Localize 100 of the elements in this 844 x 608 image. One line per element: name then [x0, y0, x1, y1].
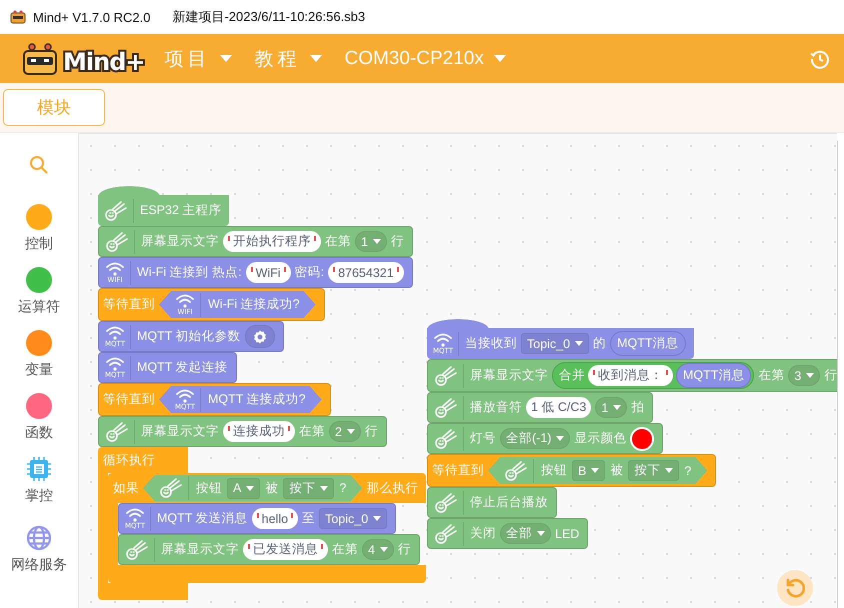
text-input[interactable]: 开始执行程序 — [223, 231, 321, 252]
comet-icon — [104, 200, 128, 222]
tab[interactable]: 模块 — [3, 89, 105, 126]
caret-icon — [556, 436, 564, 441]
block-text: 行 — [398, 541, 411, 558]
dropdown[interactable]: 1 — [355, 231, 387, 252]
caret-icon — [806, 373, 814, 378]
block-text: 如果 — [113, 480, 139, 496]
block-text: 那么执行 — [366, 480, 418, 496]
logo-text: Mind+ — [63, 48, 144, 76]
reporter-block[interactable]: MQTT消息 — [610, 331, 686, 356]
dropdown[interactable]: B — [572, 460, 606, 481]
condition-block[interactable]: 按钮 B 被 按下 ? — [488, 457, 708, 484]
category-label[interactable]: 运算符 — [18, 298, 60, 316]
comet-icon — [434, 396, 458, 418]
text-input[interactable]: 已发送消息 — [243, 539, 328, 560]
color-swatch[interactable] — [630, 426, 654, 450]
comet-icon — [434, 364, 458, 386]
category-dot[interactable] — [26, 267, 52, 293]
category-label[interactable]: 掌控 — [25, 487, 53, 505]
text-input[interactable]: WiFi — [246, 262, 291, 283]
category-dot[interactable] — [26, 393, 52, 419]
comet-icon — [125, 538, 149, 560]
category-dot[interactable] — [26, 330, 52, 356]
code-block[interactable]: 屏幕显示文字 合并 收到消息： MQTT消息 在第 3 行 — [427, 359, 837, 392]
dropdown[interactable]: 2 — [329, 421, 361, 442]
category-label[interactable]: 控制 — [25, 235, 53, 253]
code-block[interactable]: 屏幕显示文字 开始执行程序 在第 1 行 — [98, 226, 413, 257]
dropdown[interactable]: Topic_0 — [521, 333, 590, 354]
reporter-block[interactable]: MQTT消息 — [676, 363, 752, 388]
menu-button[interactable]: COM30-CP210x — [344, 48, 506, 70]
settings-button[interactable] — [244, 325, 275, 348]
dropdown[interactable]: 全部 — [500, 523, 551, 544]
block-text: 的 — [593, 335, 606, 352]
block-text: ? — [684, 464, 692, 478]
comet-icon — [434, 492, 458, 514]
code-block[interactable]: 灯号 全部(-1) 显示颜色 — [427, 423, 664, 454]
block-text: 行 — [390, 233, 404, 250]
hat-block[interactable]: ESP32 主程序 — [98, 186, 230, 226]
caret-icon — [537, 531, 545, 536]
caret-icon — [346, 429, 355, 434]
robot-icon — [10, 10, 26, 24]
category-dot[interactable] — [26, 204, 52, 230]
undo-button[interactable] — [777, 570, 813, 606]
block-text: 在第 — [332, 541, 358, 558]
wifi-icon — [105, 326, 125, 340]
caret-icon — [380, 547, 388, 552]
chip-icon[interactable] — [26, 456, 52, 482]
text-input[interactable]: 收到消息： — [588, 365, 673, 386]
caret-icon — [613, 405, 622, 410]
block-text: 在第 — [758, 367, 784, 384]
globe-icon[interactable] — [26, 525, 52, 551]
code-block[interactable]: 等待直到 按钮 B 被 按下 ? — [427, 454, 716, 487]
block-text: 关闭 — [470, 525, 496, 542]
code-block[interactable]: 屏幕显示文字 连接成功 在第 2 行 — [98, 416, 387, 447]
category-label[interactable]: 函数 — [25, 424, 53, 442]
block-text: 屏幕显示文字 — [141, 423, 219, 440]
block-text: 按钮 — [196, 480, 222, 496]
block-text: 在第 — [299, 423, 325, 440]
code-block[interactable]: 关闭 全部 LED — [427, 518, 588, 549]
code-block[interactable]: 播放音符 1 低 C/C3 1 拍 — [427, 392, 654, 423]
dropdown[interactable]: 按下 — [283, 478, 334, 498]
block-text: 在第 — [325, 233, 351, 250]
wifi-icon — [105, 356, 125, 370]
dropdown[interactable]: A — [227, 478, 260, 498]
block-text: 行 — [364, 423, 378, 440]
caret-icon — [220, 55, 232, 62]
category-label[interactable]: 变量 — [25, 361, 53, 379]
dropdown[interactable]: Topic_0 — [319, 508, 388, 529]
category-label[interactable]: 网络服务 — [11, 556, 67, 574]
caret-icon — [372, 239, 381, 244]
dropdown[interactable]: 1 — [595, 397, 628, 418]
search-icon[interactable] — [29, 155, 49, 175]
note-input[interactable]: 1 低 C/C3 — [526, 397, 592, 418]
caret-icon — [373, 516, 382, 521]
menu-button[interactable]: 教程 — [254, 46, 322, 72]
text-input[interactable]: 连接成功 — [223, 421, 295, 442]
code-block[interactable]: 屏幕显示文字 已发送消息 在第 4 行 — [118, 534, 420, 565]
code-canvas[interactable] — [79, 133, 837, 608]
text-input[interactable]: hello — [252, 508, 298, 529]
block-text: 行 — [824, 367, 837, 384]
text-input[interactable]: 87654321 — [328, 262, 404, 283]
block-text: 显示颜色 — [574, 430, 626, 447]
block-text: 灯号 — [470, 430, 496, 447]
dropdown[interactable]: 全部(-1) — [500, 428, 570, 449]
block-text: 至 — [302, 510, 316, 527]
dropdown[interactable]: 4 — [362, 539, 394, 560]
condition-block[interactable]: 按钮 A 被 按下 ? — [143, 474, 362, 502]
block-text: 屏幕显示文字 — [161, 541, 239, 558]
dropdown[interactable]: 按下 — [628, 460, 680, 481]
history-icon[interactable] — [810, 48, 830, 68]
block-text: 按钮 — [541, 462, 567, 479]
join-block[interactable]: 合并 收到消息： MQTT消息 — [552, 362, 754, 389]
caret-icon — [575, 341, 584, 346]
comet-icon — [434, 522, 458, 544]
menu-button[interactable]: 项目 — [164, 46, 232, 72]
dropdown[interactable]: 3 — [788, 365, 820, 386]
undo-icon — [784, 577, 806, 599]
code-block[interactable]: 停止后台播放 — [427, 487, 557, 518]
block-text: 当接收到 — [465, 335, 517, 352]
